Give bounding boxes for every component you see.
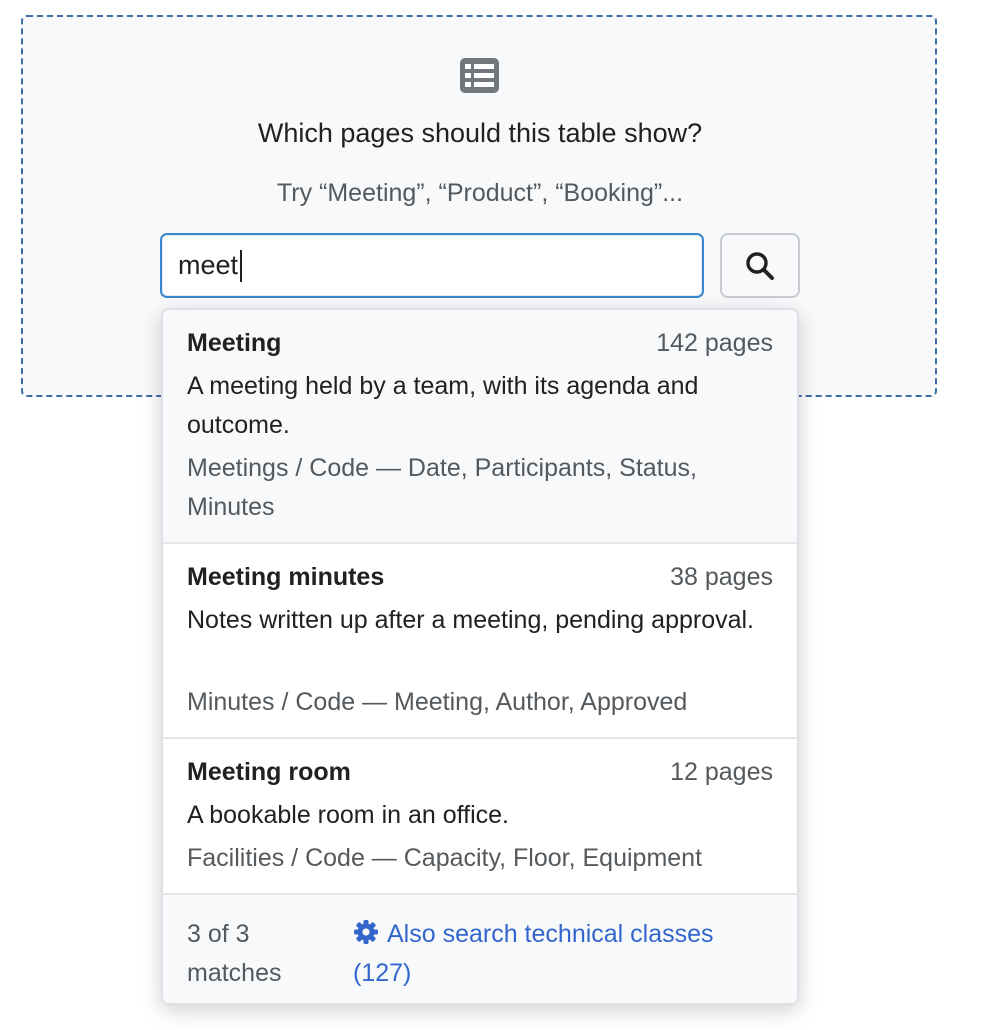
technical-classes-label: Also search technical classes (127) <box>353 920 714 987</box>
page: Which pages should this table show? Try … <box>0 0 990 1030</box>
result-meta: Minutes / Code — Meeting, Author, Approv… <box>187 688 688 716</box>
table-list-icon <box>460 58 499 93</box>
result-item-meeting-minutes[interactable]: Meeting minutes 38 pages Notes written u… <box>163 544 797 739</box>
search-results-dropdown: Meeting 142 pages A meeting held by a te… <box>161 308 799 1005</box>
result-count: 12 pages <box>670 758 773 786</box>
result-item-meeting[interactable]: Meeting 142 pages A meeting held by a te… <box>163 310 797 544</box>
result-description: A meeting held by a team, with its agend… <box>187 372 699 439</box>
class-search-input[interactable]: meet <box>160 233 704 298</box>
result-meta: Facilities / Code — Capacity, Floor, Equ… <box>187 844 703 872</box>
result-meta: Meetings / Code — Date, Participants, St… <box>187 454 697 521</box>
gear-icon <box>354 920 378 944</box>
search-icon <box>746 251 774 280</box>
search-button[interactable] <box>720 233 800 298</box>
search-input-value: meet <box>178 250 239 280</box>
result-count: 38 pages <box>670 563 773 591</box>
result-name: Meeting <box>187 329 282 357</box>
result-name: Meeting room <box>187 758 351 786</box>
panel-title: Which pages should this table show? <box>257 118 703 148</box>
result-item-meeting-room[interactable]: Meeting room 12 pages A bookable room in… <box>163 739 797 895</box>
results-footer: 3 of 3 matches Also search technical cla… <box>163 895 797 1003</box>
result-description: A bookable room in an office. <box>187 801 509 829</box>
text-caret <box>240 249 243 282</box>
panel-hint: Try “Meeting”, “Product”, “Booking”... <box>276 179 684 207</box>
result-name: Meeting minutes <box>187 563 385 591</box>
search-technical-classes-link[interactable]: Also search technical classes (127) <box>353 915 773 993</box>
result-count: 142 pages <box>656 329 773 357</box>
result-description: Notes written up after a meeting, pendin… <box>187 606 755 634</box>
match-count: 3 of 3 matches <box>187 920 282 987</box>
